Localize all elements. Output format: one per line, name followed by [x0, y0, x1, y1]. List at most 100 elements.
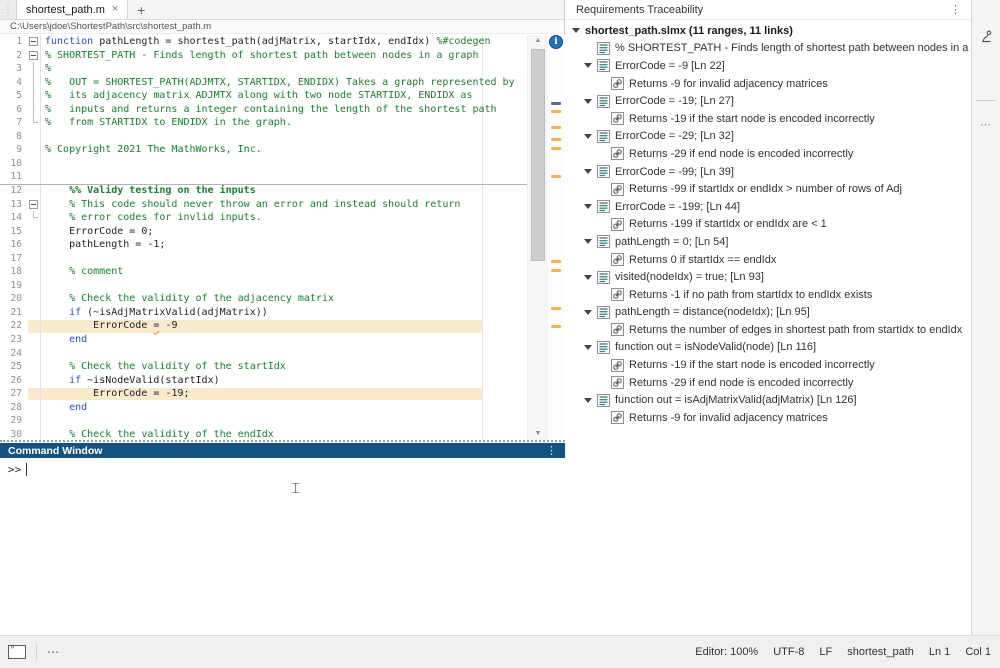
tab-drag-handle-icon[interactable]: ⋮ — [0, 0, 17, 19]
line-number[interactable]: 11 — [0, 170, 26, 184]
code-line-24[interactable]: 24 — [0, 347, 565, 361]
link-marker[interactable] — [551, 110, 561, 113]
line-number[interactable]: 15 — [0, 225, 26, 239]
chevron-down-icon[interactable] — [584, 239, 592, 244]
new-tab-button[interactable]: + — [128, 0, 154, 19]
link-item[interactable]: Returns -29 if end node is encoded incor… — [566, 374, 971, 392]
link-marker[interactable] — [551, 260, 561, 263]
link-item[interactable]: Returns -199 if startIdx or endIdx are <… — [566, 216, 971, 234]
fold-column[interactable] — [26, 76, 41, 90]
toolbar-overflow-icon[interactable]: ⋯ — [972, 118, 1000, 131]
tab-close-icon[interactable]: × — [112, 4, 118, 15]
scroll-up-icon[interactable]: ▲ — [528, 35, 548, 47]
fold-column[interactable] — [26, 333, 41, 347]
chevron-down-icon[interactable] — [584, 99, 592, 104]
fold-column[interactable] — [26, 360, 41, 374]
range-item[interactable]: ErrorCode = -9 [Ln 22] — [566, 57, 971, 75]
message-indicator-bar[interactable]: i — [548, 35, 565, 440]
code-line-7[interactable]: 7% from STARTIDX to ENDIDX in the graph. — [0, 116, 565, 130]
command-window-header[interactable]: Command Window ⋮ — [0, 443, 565, 458]
range-item[interactable]: pathLength = 0; [Ln 54] — [566, 233, 971, 251]
fold-column[interactable] — [26, 130, 41, 144]
line-number[interactable]: 17 — [0, 252, 26, 266]
line-number[interactable]: 20 — [0, 292, 26, 306]
code-line-3[interactable]: 3% — [0, 62, 565, 76]
code-line-15[interactable]: 15 ErrorCode = 0; — [0, 225, 565, 239]
link-item[interactable]: Returns -9 for invalid adjacency matrice… — [566, 75, 971, 93]
requirements-menu-icon[interactable]: ⋮ — [950, 3, 961, 16]
line-number[interactable]: 16 — [0, 238, 26, 252]
line-number[interactable]: 14 — [0, 211, 26, 225]
fold-column[interactable] — [26, 157, 41, 171]
code-line-19[interactable]: 19 — [0, 279, 565, 293]
line-number[interactable]: 25 — [0, 360, 26, 374]
code-line-22[interactable]: 22 ErrorCode = -9 — [0, 319, 565, 333]
range-item[interactable]: pathLength = distance(nodeIdx); [Ln 95] — [566, 304, 971, 322]
code-line-20[interactable]: 20 % Check the validity of the adjacency… — [0, 292, 565, 306]
line-number[interactable]: 27 — [0, 387, 26, 401]
fold-column[interactable] — [26, 401, 41, 415]
warning-marker[interactable] — [551, 102, 561, 105]
fold-column[interactable] — [26, 49, 41, 63]
chevron-down-icon[interactable] — [584, 275, 592, 280]
chevron-down-icon[interactable] — [584, 398, 592, 403]
link-marker[interactable] — [551, 325, 561, 328]
fold-column[interactable] — [26, 170, 41, 184]
code-line-12[interactable]: 12 %% Validy testing on the inputs — [0, 184, 565, 198]
line-number[interactable]: 10 — [0, 157, 26, 171]
code-line-21[interactable]: 21 if (~isAdjMatrixValid(adjMatrix)) — [0, 306, 565, 320]
fold-column[interactable] — [26, 198, 41, 212]
chevron-down-icon[interactable] — [584, 169, 592, 174]
fold-column[interactable] — [26, 428, 41, 440]
range-item[interactable]: ErrorCode = -19; [Ln 27] — [566, 92, 971, 110]
line-number[interactable]: 2 — [0, 49, 26, 63]
scrollbar-thumb[interactable] — [531, 49, 545, 261]
editor-vertical-scrollbar[interactable]: ▲ ▼ — [527, 35, 548, 440]
fold-column[interactable] — [26, 306, 41, 320]
chevron-down-icon[interactable] — [584, 204, 592, 209]
code-line-27[interactable]: 27 ErrorCode = -19; — [0, 387, 565, 401]
code-line-13[interactable]: 13 % This code should never throw an err… — [0, 198, 565, 212]
line-number[interactable]: 19 — [0, 279, 26, 293]
fold-column[interactable] — [26, 414, 41, 428]
fold-column[interactable] — [26, 238, 41, 252]
code-line-17[interactable]: 17 — [0, 252, 565, 266]
code-line-11[interactable]: 11 — [0, 170, 565, 184]
code-line-25[interactable]: 25 % Check the validity of the startIdx — [0, 360, 565, 374]
link-item[interactable]: Returns the number of edges in shortest … — [566, 321, 971, 339]
link-marker[interactable] — [551, 147, 561, 150]
line-number[interactable]: 13 — [0, 198, 26, 212]
line-number[interactable]: 8 — [0, 130, 26, 144]
fold-column[interactable] — [26, 279, 41, 293]
code-line-9[interactable]: 9% Copyright 2021 The MathWorks, Inc. — [0, 143, 565, 157]
range-item[interactable]: function out = isNodeValid(node) [Ln 116… — [566, 339, 971, 357]
code-line-1[interactable]: 1function pathLength = shortest_path(adj… — [0, 35, 565, 49]
line-number[interactable]: 7 — [0, 116, 26, 130]
line-number[interactable]: 12 — [0, 184, 26, 198]
code-line-18[interactable]: 18 % comment — [0, 265, 565, 279]
range-item[interactable]: % SHORTEST_PATH - Finds length of shorte… — [566, 40, 971, 58]
fold-column[interactable] — [26, 252, 41, 266]
fold-column[interactable] — [26, 62, 41, 76]
range-item[interactable]: function out = isAdjMatrixValid(adjMatri… — [566, 391, 971, 409]
line-number[interactable]: 22 — [0, 319, 26, 333]
fold-column[interactable] — [26, 265, 41, 279]
code-analyzer-info-icon[interactable]: i — [549, 35, 563, 49]
code-line-4[interactable]: 4% OUT = SHORTEST_PATH(ADJMTX, STARTIDX,… — [0, 76, 565, 90]
code-line-14[interactable]: 14 % error codes for invlid inputs. — [0, 211, 565, 225]
chevron-down-icon[interactable] — [584, 345, 592, 350]
link-marker[interactable] — [551, 269, 561, 272]
link-marker[interactable] — [551, 307, 561, 310]
range-item[interactable]: ErrorCode = -29; [Ln 32] — [566, 128, 971, 146]
scroll-down-icon[interactable]: ▼ — [528, 428, 548, 440]
link-marker[interactable] — [551, 138, 561, 141]
code-line-23[interactable]: 23 end — [0, 333, 565, 347]
line-number[interactable]: 3 — [0, 62, 26, 76]
link-marker[interactable] — [551, 126, 561, 129]
fold-column[interactable] — [26, 319, 41, 333]
range-item[interactable]: ErrorCode = -199; [Ln 44] — [566, 198, 971, 216]
line-number[interactable]: 30 — [0, 428, 26, 440]
code-line-5[interactable]: 5% its adjacency matrix ADJMTX along wit… — [0, 89, 565, 103]
code-editor[interactable]: 1function pathLength = shortest_path(adj… — [0, 35, 565, 440]
tab-shortest-path[interactable]: shortest_path.m × — [17, 0, 128, 19]
